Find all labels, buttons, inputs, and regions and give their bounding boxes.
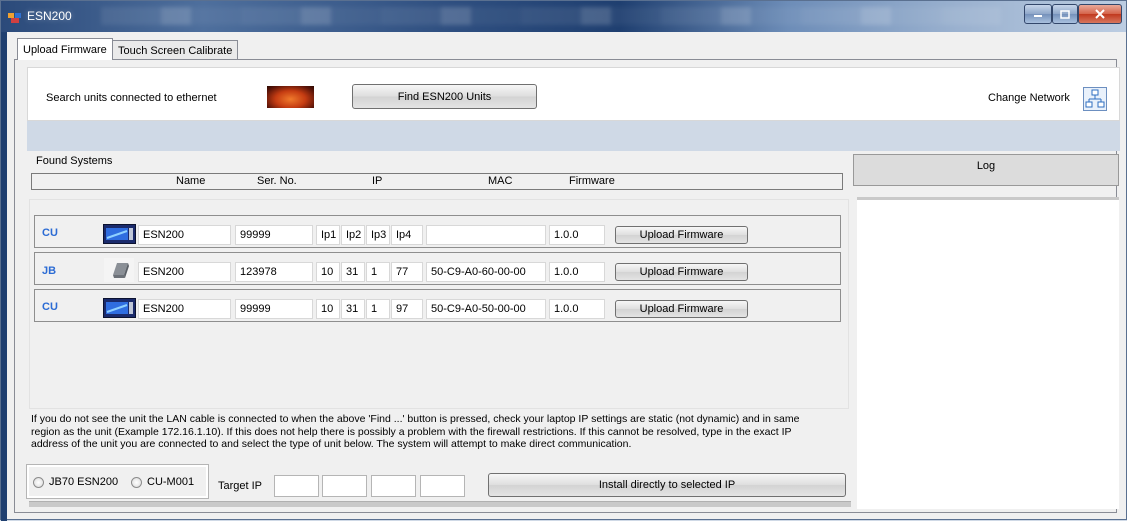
- unit-kind: JB: [42, 265, 57, 277]
- separator-band: [27, 121, 1120, 151]
- log-textbox[interactable]: [857, 197, 1119, 509]
- ip-octet-2: 31: [341, 262, 365, 282]
- app-icon: [8, 13, 21, 23]
- ip-octet-3: 1: [366, 262, 390, 282]
- unit-name: ESN200: [138, 299, 231, 319]
- close-button[interactable]: [1078, 4, 1122, 24]
- minimize-button[interactable]: [1024, 4, 1052, 24]
- unit-name: ESN200: [138, 225, 231, 245]
- title-bar[interactable]: ESN200: [1, 1, 1126, 32]
- radio-label-cu-m001[interactable]: CU-M001: [147, 476, 194, 488]
- unit-firmware: 1.0.0: [549, 262, 605, 282]
- tab-touch-screen-calibrate[interactable]: Touch Screen Calibrate: [112, 40, 239, 60]
- help-line-1: If you do not see the unit the LAN cable…: [31, 413, 800, 425]
- target-ip-octet-4[interactable]: [420, 475, 465, 497]
- help-line-3: address of the unit you are connected to…: [31, 438, 632, 450]
- tab-upload-firmware[interactable]: Upload Firmware: [17, 38, 113, 60]
- found-systems-title: Found Systems: [36, 155, 113, 167]
- close-icon: [1095, 9, 1105, 19]
- ip-octet-1: 10: [316, 262, 340, 282]
- unit-mac: 50-C9-A0-60-00-00: [426, 262, 546, 282]
- ip-octet-4: 77: [391, 262, 423, 282]
- unit-kind: CU: [42, 227, 58, 239]
- unit-firmware: 1.0.0: [549, 225, 605, 245]
- target-ip-octet-3[interactable]: [371, 475, 416, 497]
- target-ip-label: Target IP: [218, 480, 263, 492]
- unit-serial: 123978: [235, 262, 313, 282]
- maximize-button[interactable]: [1052, 4, 1078, 24]
- unit-serial: 99999: [235, 225, 313, 245]
- title-bar-background: [101, 7, 1001, 25]
- ip-octet-3: Ip3: [366, 225, 390, 245]
- help-text: If you do not see the unit the LAN cable…: [31, 413, 871, 451]
- ip-octet-1: 10: [316, 299, 340, 319]
- radio-label-jb70-esn200[interactable]: JB70 ESN200: [49, 476, 118, 488]
- unit-mac: [426, 225, 546, 245]
- window-frame-edge: [1, 32, 7, 521]
- install-direct-button[interactable]: Install directly to selected IP: [488, 473, 846, 497]
- ip-octet-2: Ip2: [341, 225, 365, 245]
- search-label: Search units connected to ethernet: [46, 92, 217, 104]
- minimize-icon: [1034, 15, 1042, 17]
- ip-octet-1: Ip1: [316, 225, 340, 245]
- find-units-button[interactable]: Find ESN200 Units: [352, 84, 537, 109]
- radio-jb70-esn200[interactable]: [33, 477, 44, 488]
- change-network-label[interactable]: Change Network: [988, 92, 1070, 104]
- maximize-icon: [1060, 9, 1070, 19]
- cu-device-icon: [103, 224, 136, 244]
- column-header-name: Name: [176, 175, 206, 187]
- jb-device-icon: [104, 258, 134, 282]
- status-image: [267, 86, 314, 108]
- help-line-2: region as the unit (Example 172.16.1.10)…: [31, 425, 792, 438]
- upload-firmware-button[interactable]: Upload Firmware: [615, 263, 748, 281]
- ip-octet-4: Ip4: [391, 225, 423, 245]
- ip-octet-4: 97: [391, 299, 423, 319]
- column-header-mac: MAC: [488, 175, 513, 187]
- upload-firmware-button[interactable]: Upload Firmware: [615, 226, 748, 244]
- network-icon[interactable]: [1083, 87, 1107, 111]
- ip-octet-2: 31: [341, 299, 365, 319]
- log-title: Log: [976, 160, 996, 172]
- upload-firmware-button[interactable]: Upload Firmware: [615, 300, 748, 318]
- progress-track: [29, 501, 851, 507]
- unit-mac: 50-C9-A0-50-00-00: [426, 299, 546, 319]
- window-title: ESN200: [27, 9, 72, 23]
- column-header-bar: [31, 173, 843, 190]
- radio-cu-m001[interactable]: [131, 477, 142, 488]
- column-header-firmware: Firmware: [569, 175, 615, 187]
- log-header: Log: [853, 154, 1119, 186]
- unit-serial: 99999: [235, 299, 313, 319]
- unit-kind: CU: [42, 301, 58, 313]
- ip-octet-3: 1: [366, 299, 390, 319]
- target-ip-octet-2[interactable]: [322, 475, 367, 497]
- unit-name: ESN200: [138, 262, 231, 282]
- cu-device-icon: [103, 298, 136, 318]
- app-window: ESN200 Upload Firmware Touch Screen Cali…: [0, 0, 1127, 521]
- unit-firmware: 1.0.0: [549, 299, 605, 319]
- column-header-serial: Ser. No.: [257, 175, 297, 187]
- column-header-ip: IP: [372, 175, 383, 187]
- target-ip-octet-1[interactable]: [274, 475, 319, 497]
